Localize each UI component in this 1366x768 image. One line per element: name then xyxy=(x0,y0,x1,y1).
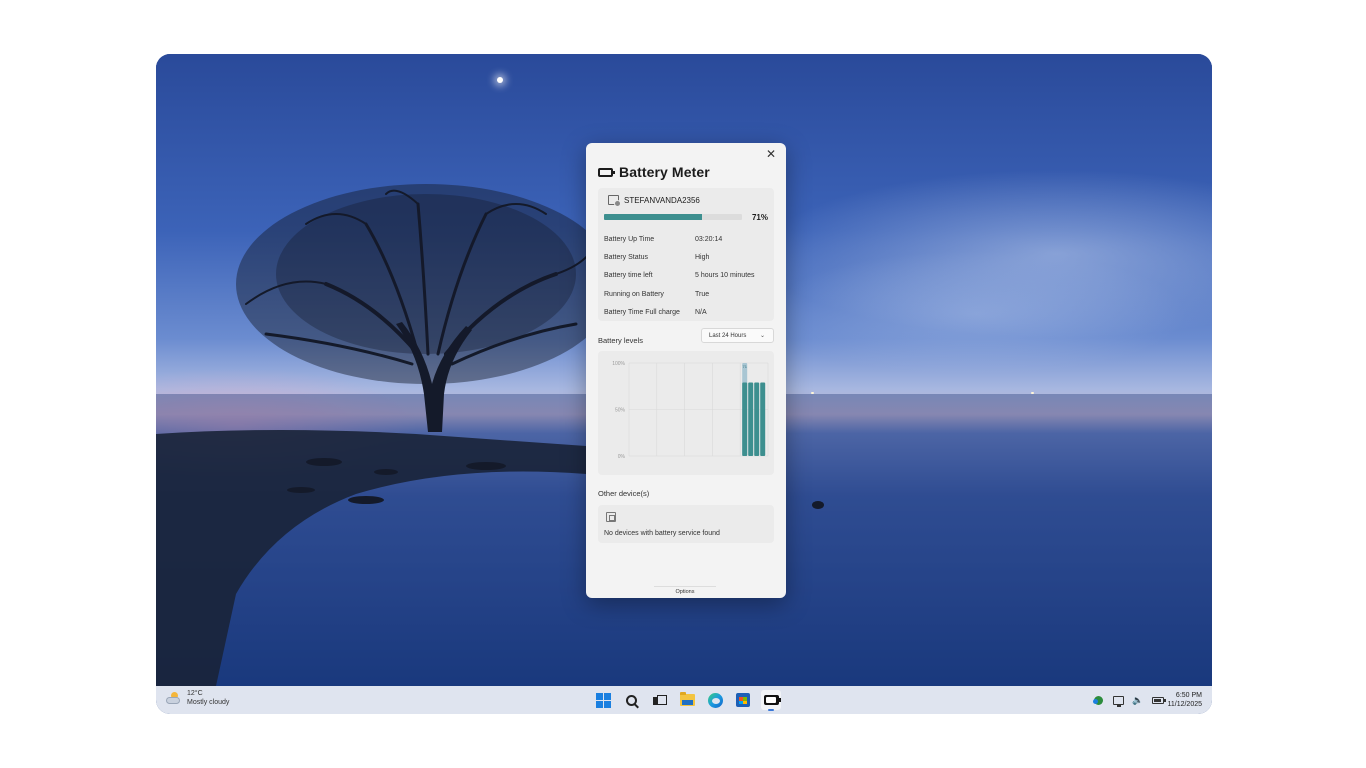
search-button[interactable] xyxy=(621,690,641,710)
chart-bar xyxy=(748,382,754,456)
defender-icon xyxy=(1092,695,1103,705)
chart-y-tick-label: 0% xyxy=(618,454,626,460)
partly-cloudy-icon xyxy=(166,691,182,705)
battery-levels-label: Battery levels xyxy=(598,336,644,345)
window-title-row: Battery Meter xyxy=(598,164,710,180)
battery-app-icon xyxy=(763,695,781,705)
time-range-dropdown[interactable]: Last 24 Hours ⌄ xyxy=(701,328,774,343)
detail-label: Battery time left xyxy=(604,272,653,280)
search-icon xyxy=(625,694,637,706)
window-title: Battery Meter xyxy=(619,164,710,180)
clock-date: 11/12/2025 xyxy=(1167,701,1202,708)
task-view-icon xyxy=(653,695,667,705)
other-devices-label: Other device(s) xyxy=(598,489,650,498)
device-card: STEFANVANDA2356 71% Battery Up Time 03:2… xyxy=(598,188,774,321)
detail-row: Battery Up Time 03:20:14 xyxy=(604,230,770,248)
task-view-button[interactable] xyxy=(649,690,669,710)
desktop-screen: ✕ Battery Meter STEFANVANDA2356 71% Batt… xyxy=(156,54,1212,714)
clock-time: 6:50 PM xyxy=(1175,692,1202,699)
folder-icon xyxy=(679,692,695,706)
battery-levels-chart: 100% 50% 0% 71 xyxy=(598,351,774,475)
detail-label: Battery Status xyxy=(604,253,648,261)
taskbar-apps xyxy=(593,690,781,711)
battery-progress-bar xyxy=(604,214,742,220)
chart-y-tick-label: 100% xyxy=(612,361,625,367)
chart-bar xyxy=(760,382,766,456)
detail-label: Running on Battery xyxy=(604,290,664,298)
battery-percent: 71% xyxy=(751,213,768,222)
weather-text: 12°C Mostly cloudy xyxy=(187,689,229,707)
clock[interactable]: 6:50 PM 11/12/2025 xyxy=(1167,691,1202,709)
detail-value: N/A xyxy=(695,308,707,316)
detail-value: 03:20:14 xyxy=(695,235,723,243)
battery-meter-taskbar-button[interactable] xyxy=(761,690,781,711)
detail-value: 5 hours 10 minutes xyxy=(695,272,755,280)
device-header: STEFANVANDA2356 xyxy=(608,195,700,207)
volume-tray-button[interactable]: 🔈 xyxy=(1132,694,1144,706)
time-range-value: Last 24 Hours xyxy=(709,332,747,339)
battery-meter-window: ✕ Battery Meter STEFANVANDA2356 71% Batt… xyxy=(586,143,786,598)
chart-bar xyxy=(754,382,760,456)
detail-row: Battery Status High xyxy=(604,248,770,266)
horizon-light xyxy=(1031,392,1034,394)
battery-details-list: Battery Up Time 03:20:14 Battery Status … xyxy=(604,230,770,321)
chevron-down-icon: ⌄ xyxy=(759,333,765,339)
device-name: STEFANVANDA2356 xyxy=(624,195,700,205)
edge-icon xyxy=(707,692,723,708)
chart-bar xyxy=(742,382,748,456)
detail-value: True xyxy=(695,290,710,298)
other-devices-card: No devices with battery service found xyxy=(598,505,774,543)
network-icon xyxy=(1112,695,1124,707)
chart-y-tick-label: 50% xyxy=(615,408,626,414)
battery-tray-button[interactable] xyxy=(1152,694,1166,706)
weather-description: Mostly cloudy xyxy=(187,699,230,706)
start-button[interactable] xyxy=(593,690,613,710)
detail-row: Battery Time Full charge N/A xyxy=(604,303,770,321)
detail-row: Battery time left 5 hours 10 minutes xyxy=(604,267,770,285)
network-tray-button[interactable] xyxy=(1112,694,1124,707)
taskbar: 12°C Mostly cloudy 🔈 6:50 PM 11/12/2025 xyxy=(156,686,1212,714)
battery-progress-fill xyxy=(604,214,702,220)
defender-tray-button[interactable] xyxy=(1092,694,1104,706)
no-devices-message: No devices with battery service found xyxy=(604,530,720,537)
volume-icon: 🔈 xyxy=(1132,695,1144,705)
chart-canvas: 100% 50% 0% 71 xyxy=(612,361,769,460)
detail-row: Running on Battery True xyxy=(604,285,770,303)
edge-button[interactable] xyxy=(705,690,725,710)
store-button[interactable] xyxy=(733,690,753,710)
options-button[interactable]: Options xyxy=(654,586,716,596)
horizon-light xyxy=(811,392,814,394)
weather-widget[interactable]: 12°C Mostly cloudy xyxy=(166,689,229,707)
detail-value: High xyxy=(695,253,710,261)
chip-icon xyxy=(606,512,616,522)
file-explorer-button[interactable] xyxy=(677,690,697,710)
chart-marker-label: 71 xyxy=(742,364,747,369)
pc-icon xyxy=(608,195,621,207)
detail-label: Battery Up Time xyxy=(604,235,655,243)
battery-icon xyxy=(598,167,615,177)
battery-icon xyxy=(1152,696,1166,704)
store-icon xyxy=(736,693,750,707)
windows-logo-icon xyxy=(595,692,611,708)
weather-temperature: 12°C xyxy=(187,690,203,697)
detail-label: Battery Time Full charge xyxy=(604,308,680,316)
close-icon[interactable]: ✕ xyxy=(764,147,778,161)
system-tray: 🔈 xyxy=(1092,694,1166,707)
